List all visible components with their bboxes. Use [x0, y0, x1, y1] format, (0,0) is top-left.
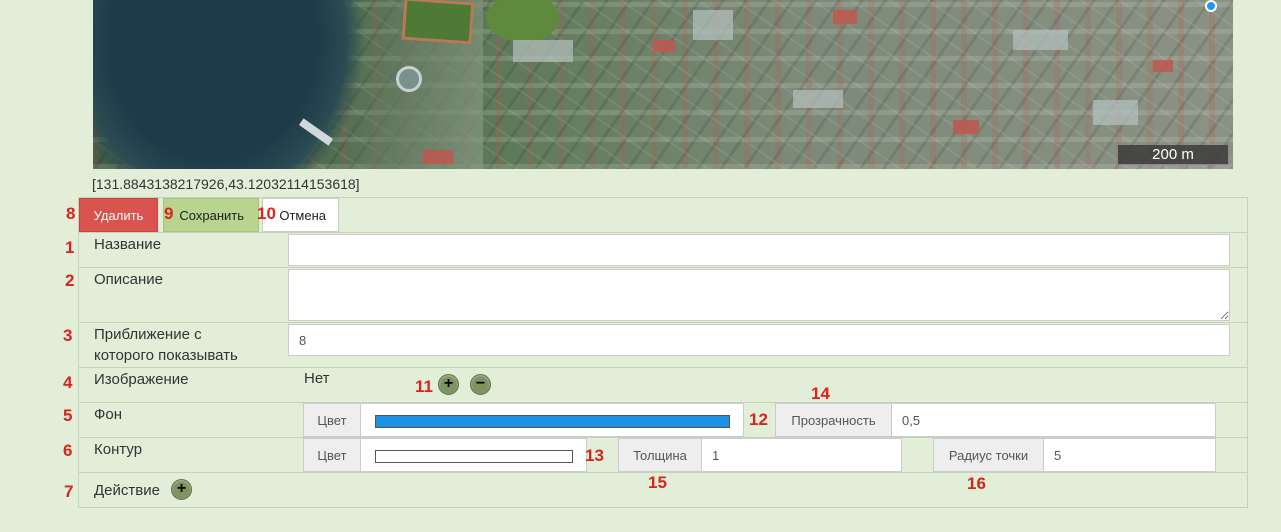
- name-input[interactable]: [288, 234, 1230, 266]
- map-location-dot[interactable]: [1205, 0, 1217, 12]
- background-color-swatch: [375, 415, 730, 428]
- annotation-number: 7: [64, 482, 74, 501]
- annotation-number: 9: [164, 204, 174, 223]
- row-divider: [78, 232, 1248, 233]
- annotation-number: 1: [65, 238, 75, 257]
- minus-icon: −: [475, 375, 486, 392]
- zoom-label-line1: Приближение с: [94, 326, 202, 343]
- thickness-addon: Толщина: [618, 438, 702, 472]
- map-roof: [1153, 60, 1173, 72]
- background-label: Фон: [94, 406, 123, 423]
- remove-image-button[interactable]: −: [470, 374, 491, 395]
- plus-icon: +: [176, 480, 187, 497]
- annotation-number: 13: [585, 446, 604, 465]
- map-building: [1093, 100, 1138, 125]
- description-textarea[interactable]: [288, 269, 1230, 321]
- zoom-input[interactable]: [288, 324, 1230, 356]
- opacity-input[interactable]: [891, 403, 1216, 437]
- outline-color-picker[interactable]: [360, 438, 587, 472]
- action-label: Действие: [94, 482, 160, 499]
- map-stadium: [401, 0, 475, 45]
- map-roof: [653, 40, 675, 52]
- description-label: Описание: [94, 271, 164, 288]
- opacity-addon: Прозрачность: [775, 403, 892, 437]
- annotation-number: 10: [257, 204, 276, 223]
- delete-button[interactable]: Удалить: [79, 198, 158, 232]
- map-building: [793, 90, 843, 108]
- row-divider: [78, 367, 1248, 368]
- point-radius-input[interactable]: [1043, 438, 1216, 472]
- map-view[interactable]: 200 m: [93, 0, 1233, 169]
- image-value: Нет: [304, 370, 330, 387]
- add-action-button[interactable]: +: [171, 479, 192, 500]
- map-scale-label: 200 m: [1117, 145, 1229, 165]
- map-roof: [953, 120, 979, 134]
- point-radius-addon: Радиус точки: [933, 438, 1044, 472]
- image-label: Изображение: [94, 371, 189, 388]
- annotation-number: 2: [65, 271, 75, 290]
- annotation-number: 16: [967, 474, 986, 493]
- zoom-label-line2: которого показывать: [94, 347, 238, 364]
- annotation-number: 14: [811, 384, 830, 403]
- map-roof: [423, 150, 453, 164]
- map-building: [1013, 30, 1068, 50]
- add-image-button[interactable]: +: [438, 374, 459, 395]
- annotation-number: 4: [63, 373, 73, 392]
- name-label: Название: [94, 236, 162, 253]
- annotation-number: 15: [648, 473, 667, 492]
- background-color-picker[interactable]: [360, 403, 744, 437]
- save-button[interactable]: Сохранить: [163, 198, 259, 232]
- map-building: [513, 40, 573, 62]
- plus-icon: +: [443, 375, 454, 392]
- thickness-input[interactable]: [701, 438, 902, 472]
- outline-label: Контур: [94, 441, 143, 458]
- outline-color-addon: Цвет: [303, 438, 361, 472]
- background-color-addon: Цвет: [303, 403, 361, 437]
- annotation-number: 11: [415, 377, 433, 396]
- coordinates-text: [131.8843138217926,43.12032114153618]: [92, 176, 360, 192]
- annotation-number: 12: [749, 410, 768, 429]
- map-building: [693, 10, 733, 40]
- annotation-number: 8: [66, 204, 76, 223]
- outline-color-swatch: [375, 450, 573, 463]
- annotation-number: 3: [63, 326, 73, 345]
- row-divider: [78, 267, 1248, 268]
- annotation-number: 5: [63, 406, 73, 425]
- map-roof: [833, 10, 857, 24]
- annotation-number: 6: [63, 441, 73, 460]
- map-roundabout: [396, 66, 422, 92]
- row-divider: [78, 322, 1248, 323]
